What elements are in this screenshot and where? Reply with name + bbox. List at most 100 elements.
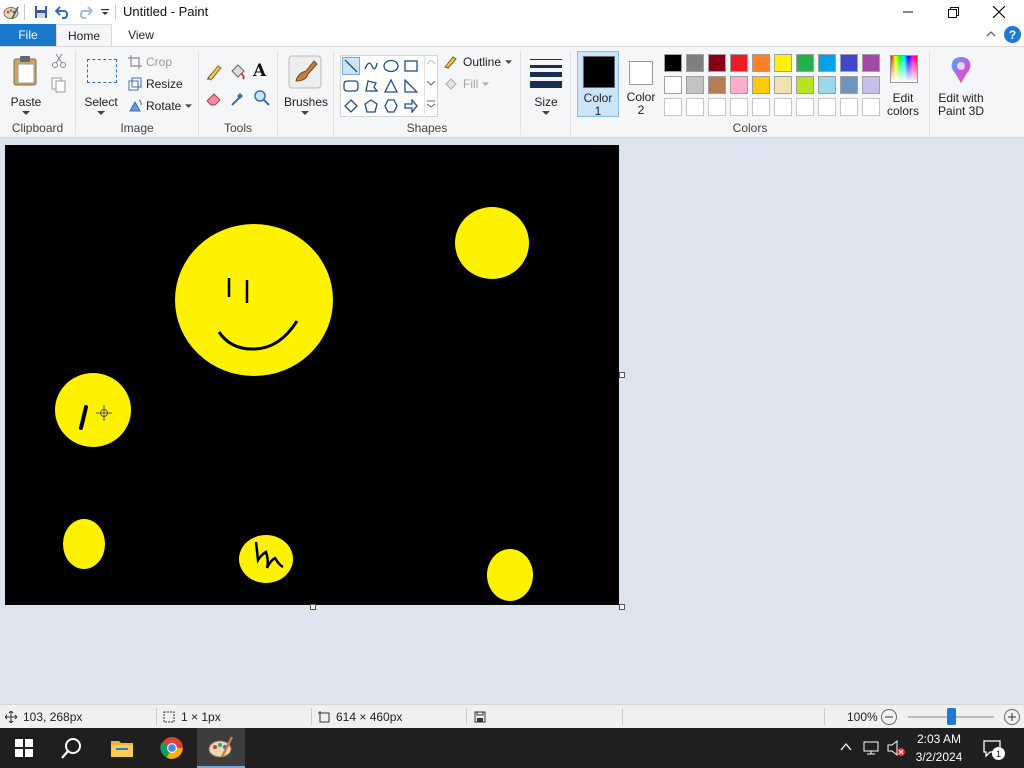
resize-handle-right[interactable] [619, 372, 625, 378]
custom-color-slot[interactable] [750, 96, 772, 118]
custom-color-slot[interactable] [662, 96, 684, 118]
swatch-fill [686, 98, 704, 116]
shape-curve-icon[interactable] [362, 57, 380, 75]
color2-button[interactable]: Color 2 [621, 51, 661, 117]
select-button[interactable]: Select [82, 53, 120, 115]
zoom-in-icon[interactable] [1004, 709, 1020, 725]
cut-icon[interactable] [51, 53, 67, 72]
swatch-fill [730, 98, 748, 116]
collapse-ribbon-icon[interactable] [985, 28, 997, 43]
crop-button[interactable]: Crop [128, 55, 172, 69]
custom-color-slot[interactable] [794, 96, 816, 118]
palette-swatch[interactable] [750, 52, 772, 74]
minimize-button[interactable] [885, 0, 931, 24]
palette-swatch[interactable] [728, 74, 750, 96]
custom-color-slot[interactable] [684, 96, 706, 118]
search-button[interactable] [48, 728, 96, 768]
brushes-button[interactable]: Brushes [284, 53, 328, 115]
zoom-slider-thumb[interactable] [947, 708, 956, 725]
shape-diamond-icon[interactable] [342, 97, 360, 115]
palette-swatch[interactable] [662, 74, 684, 96]
zoom-out-icon[interactable] [881, 709, 897, 725]
shape-rectangle-icon[interactable] [402, 57, 420, 75]
file-explorer-button[interactable] [98, 728, 146, 768]
swatch-fill [708, 98, 726, 116]
palette-swatch[interactable] [816, 74, 838, 96]
shape-arrow-icon[interactable] [402, 97, 420, 115]
palette-swatch[interactable] [684, 52, 706, 74]
fill-bucket-icon[interactable] [229, 63, 247, 84]
resize-handle-corner[interactable] [619, 604, 625, 610]
chrome-button[interactable] [148, 728, 196, 768]
paint-app-icon[interactable] [2, 3, 20, 21]
magnifier-icon[interactable] [253, 89, 271, 110]
palette-swatch[interactable] [772, 52, 794, 74]
custom-color-slot[interactable] [706, 96, 728, 118]
custom-color-slot[interactable] [772, 96, 794, 118]
custom-color-slot[interactable] [816, 96, 838, 118]
notifications-icon[interactable]: 1 [982, 738, 1005, 761]
custom-color-slot[interactable] [860, 96, 882, 118]
colors-group-label: Colors [732, 121, 768, 135]
eraser-icon[interactable] [205, 89, 223, 110]
redo-icon[interactable] [76, 3, 94, 21]
palette-swatch[interactable] [794, 74, 816, 96]
clipboard-group-label: Clipboard [11, 121, 64, 135]
volume-muted-icon[interactable] [886, 739, 906, 760]
shape-right-triangle-icon[interactable] [402, 77, 420, 95]
close-button[interactable] [976, 0, 1022, 24]
fill-button[interactable]: Fill [443, 77, 490, 91]
shape-rounded-rectangle-icon[interactable] [342, 77, 360, 95]
start-button[interactable] [0, 728, 48, 768]
help-icon[interactable]: ? [1004, 26, 1021, 43]
shape-pentagon-icon[interactable] [362, 97, 380, 115]
palette-swatch[interactable] [772, 74, 794, 96]
undo-icon[interactable] [54, 3, 72, 21]
palette-swatch[interactable] [860, 74, 882, 96]
palette-swatch[interactable] [728, 52, 750, 74]
network-icon[interactable] [862, 739, 880, 760]
rotate-button[interactable]: Rotate [128, 99, 193, 113]
shape-oval-icon[interactable] [382, 57, 400, 75]
palette-swatch[interactable] [750, 74, 772, 96]
custom-color-slot[interactable] [838, 96, 860, 118]
save-icon[interactable] [32, 3, 50, 21]
shape-triangle-icon[interactable] [382, 77, 400, 95]
shape-line-icon[interactable] [342, 57, 360, 75]
palette-swatch[interactable] [662, 52, 684, 74]
customize-quick-access-icon[interactable] [96, 3, 114, 21]
text-tool-icon[interactable]: A [253, 61, 266, 81]
palette-swatch[interactable] [860, 52, 882, 74]
palette-swatch[interactable] [816, 52, 838, 74]
color1-button[interactable]: Color 1 [577, 51, 619, 118]
palette-swatch[interactable] [706, 52, 728, 74]
palette-swatch[interactable] [838, 74, 860, 96]
outline-button[interactable]: Outline [443, 55, 513, 69]
copy-icon[interactable] [51, 77, 67, 96]
paint-taskbar-button[interactable] [197, 728, 245, 768]
resize-button[interactable]: Resize [128, 77, 183, 91]
clock[interactable]: 2:03 AM 3/2/2024 [908, 730, 970, 766]
shape-hexagon-icon[interactable] [382, 97, 400, 115]
palette-swatch[interactable] [794, 52, 816, 74]
palette-swatch[interactable] [684, 74, 706, 96]
edit-colors-button[interactable]: Edit colors [884, 53, 922, 118]
shape-polygon-icon[interactable] [362, 77, 380, 95]
pencil-icon[interactable] [205, 63, 223, 84]
color-picker-icon[interactable] [229, 89, 247, 110]
palette-swatch[interactable] [706, 74, 728, 96]
restore-button[interactable] [930, 0, 976, 24]
size-button[interactable]: Size [527, 53, 565, 115]
edit-with-paint3d-button[interactable]: Edit with Paint 3D [933, 53, 989, 118]
tab-home[interactable]: Home [56, 24, 112, 46]
tab-file[interactable]: File [0, 24, 56, 46]
show-hidden-icons[interactable] [839, 740, 853, 757]
palette-swatch[interactable] [838, 52, 860, 74]
paste-button[interactable]: Paste [6, 53, 46, 115]
custom-color-slot[interactable] [728, 96, 750, 118]
tab-view[interactable]: View [118, 24, 164, 46]
resize-handle-bottom[interactable] [310, 604, 316, 610]
shapes-scroll[interactable] [424, 56, 437, 114]
swatch-fill [862, 76, 880, 94]
drawing-canvas[interactable] [5, 145, 619, 605]
